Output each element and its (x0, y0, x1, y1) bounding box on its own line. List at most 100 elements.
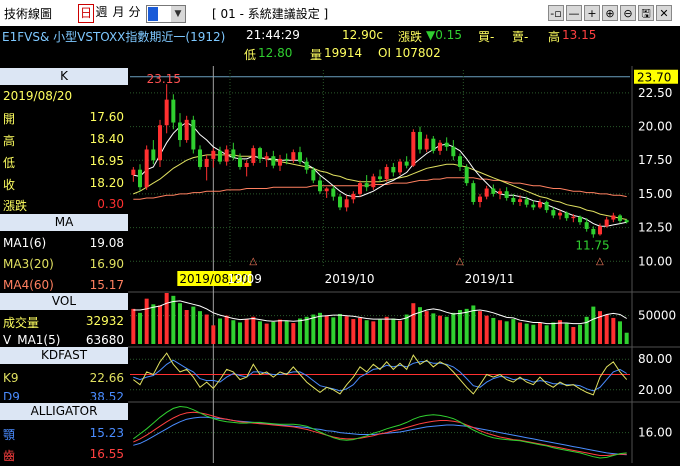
volume-row-value: 32932 (85, 314, 124, 328)
volume-bar (144, 298, 149, 344)
volume-bar (411, 303, 416, 344)
volume-bar (338, 313, 342, 344)
chart-area[interactable]: 22.50 20.00 17.50 15.00 12.50 10.00 23.70 2019/… (128, 66, 680, 463)
close-value: 18.20 (89, 176, 124, 190)
volume-bar (538, 323, 542, 344)
period-day-button[interactable]: 日 (78, 4, 94, 23)
alligator-tick-label: 16.00 (638, 426, 672, 440)
candle-body (544, 202, 549, 211)
volume-bar (151, 304, 156, 344)
restore-icon[interactable]: -▫ (548, 5, 564, 21)
kd-row-d: D9 38.52 (0, 388, 128, 400)
ma-row-1: MA1(6) 19.08 (0, 234, 128, 253)
candle-body (391, 166, 396, 173)
candle-body (471, 183, 476, 202)
setting-label: [ 01 - 系統建議設定 ] (212, 7, 329, 21)
volume-bar (491, 317, 496, 344)
volume-bar (158, 305, 162, 344)
candle-body (211, 150, 216, 159)
candle-body (158, 125, 162, 161)
k-row-open: 開 17.60 (0, 108, 128, 127)
k-header[interactable]: K (0, 68, 128, 85)
price-tick-label: 20.00 (638, 120, 672, 134)
close-icon[interactable]: ✕ (656, 5, 672, 21)
save-icon[interactable]: 🖫 (638, 5, 654, 21)
alligator-row-teeth: 齒 16.55 (0, 445, 128, 463)
candle-body (591, 228, 596, 235)
candle-body (611, 215, 616, 220)
change-row-value: 0.30 (97, 197, 124, 211)
candle-body (164, 99, 169, 126)
vol-ma-value: 63680 (85, 333, 124, 346)
volume-bar (171, 295, 176, 344)
volume-bar (358, 317, 362, 344)
candle-body (371, 176, 376, 188)
volume-bar (291, 323, 296, 344)
candle-body (398, 161, 402, 173)
chevron-down-icon[interactable]: ▼ (171, 6, 185, 22)
candle-body (458, 156, 462, 167)
volume-bar (264, 323, 269, 344)
kd-header[interactable]: KDFAST (0, 347, 128, 364)
triangle-marker: △ (456, 256, 464, 267)
ma-row-3: MA3(20) 16.90 (0, 255, 128, 274)
period-week-button[interactable]: 週 (94, 4, 109, 21)
high-label: 高 (548, 30, 561, 44)
volume-bar (131, 308, 136, 344)
volume-bar (444, 316, 449, 344)
ma4-value: 15.17 (89, 278, 124, 292)
kd-panel: KDFAST K9 22.66 D9 38.52 (0, 347, 128, 400)
candle-body (191, 119, 196, 150)
d9-line (133, 359, 627, 392)
volume-bar (364, 320, 369, 344)
zoom-out-icon[interactable]: ⊖ (620, 5, 636, 21)
volume-bar (458, 310, 462, 344)
volume-bar (558, 320, 562, 344)
volume-bar (284, 320, 289, 344)
volume-bar (524, 323, 529, 344)
kd-tick-label: 80.00 (638, 352, 672, 366)
volume-bar (451, 312, 456, 344)
period-dropdown[interactable]: ▼ (146, 5, 186, 23)
candle-body (618, 215, 622, 221)
volume-bar (211, 325, 216, 344)
alligator-header[interactable]: ALLIGATOR (0, 403, 128, 420)
k-date-row: 2019/08/20 (0, 87, 128, 106)
volume-bar (318, 312, 322, 344)
volume-bar (484, 315, 489, 344)
volume-bar (231, 320, 236, 344)
volume-bar (424, 311, 429, 344)
candle-body (431, 138, 436, 151)
candle-body (464, 166, 469, 184)
vol-header[interactable]: VOL (0, 293, 128, 310)
ma1-label: MA1(6) (3, 236, 47, 250)
volume-bar (184, 310, 189, 344)
volume-bar (464, 308, 469, 344)
volume-bar (178, 303, 182, 344)
volume-bar (564, 323, 569, 344)
candle-body (324, 188, 329, 192)
candle-body (571, 216, 576, 219)
volume-bar (504, 321, 509, 344)
volume-bar (391, 318, 396, 344)
volume-bar (238, 322, 242, 344)
technical-chart[interactable]: 22.50 20.00 17.50 15.00 12.50 10.00 23.70 2019/… (128, 66, 680, 463)
period-month-button[interactable]: 月 (111, 4, 126, 21)
plus-icon[interactable]: + (584, 5, 600, 21)
candle-body (604, 219, 609, 227)
ma-row-4: MA4(60) 15.17 (0, 276, 128, 292)
candle-body (538, 202, 542, 208)
dropdown-selection (148, 7, 158, 21)
current-price-label: 23.70 (637, 71, 671, 85)
candle-body (304, 161, 309, 170)
zoom-in-icon[interactable]: ⊕ (602, 5, 618, 21)
volume-label: 量 (310, 48, 323, 62)
candle-body (411, 131, 416, 166)
ma3-value: 16.90 (89, 257, 124, 271)
candle-body (151, 149, 156, 161)
minus-icon[interactable]: — (566, 5, 582, 21)
candle-body (338, 196, 342, 208)
period-minute-button[interactable]: 分 (127, 4, 142, 21)
candle-body (378, 176, 382, 180)
ma-header[interactable]: MA (0, 214, 128, 231)
